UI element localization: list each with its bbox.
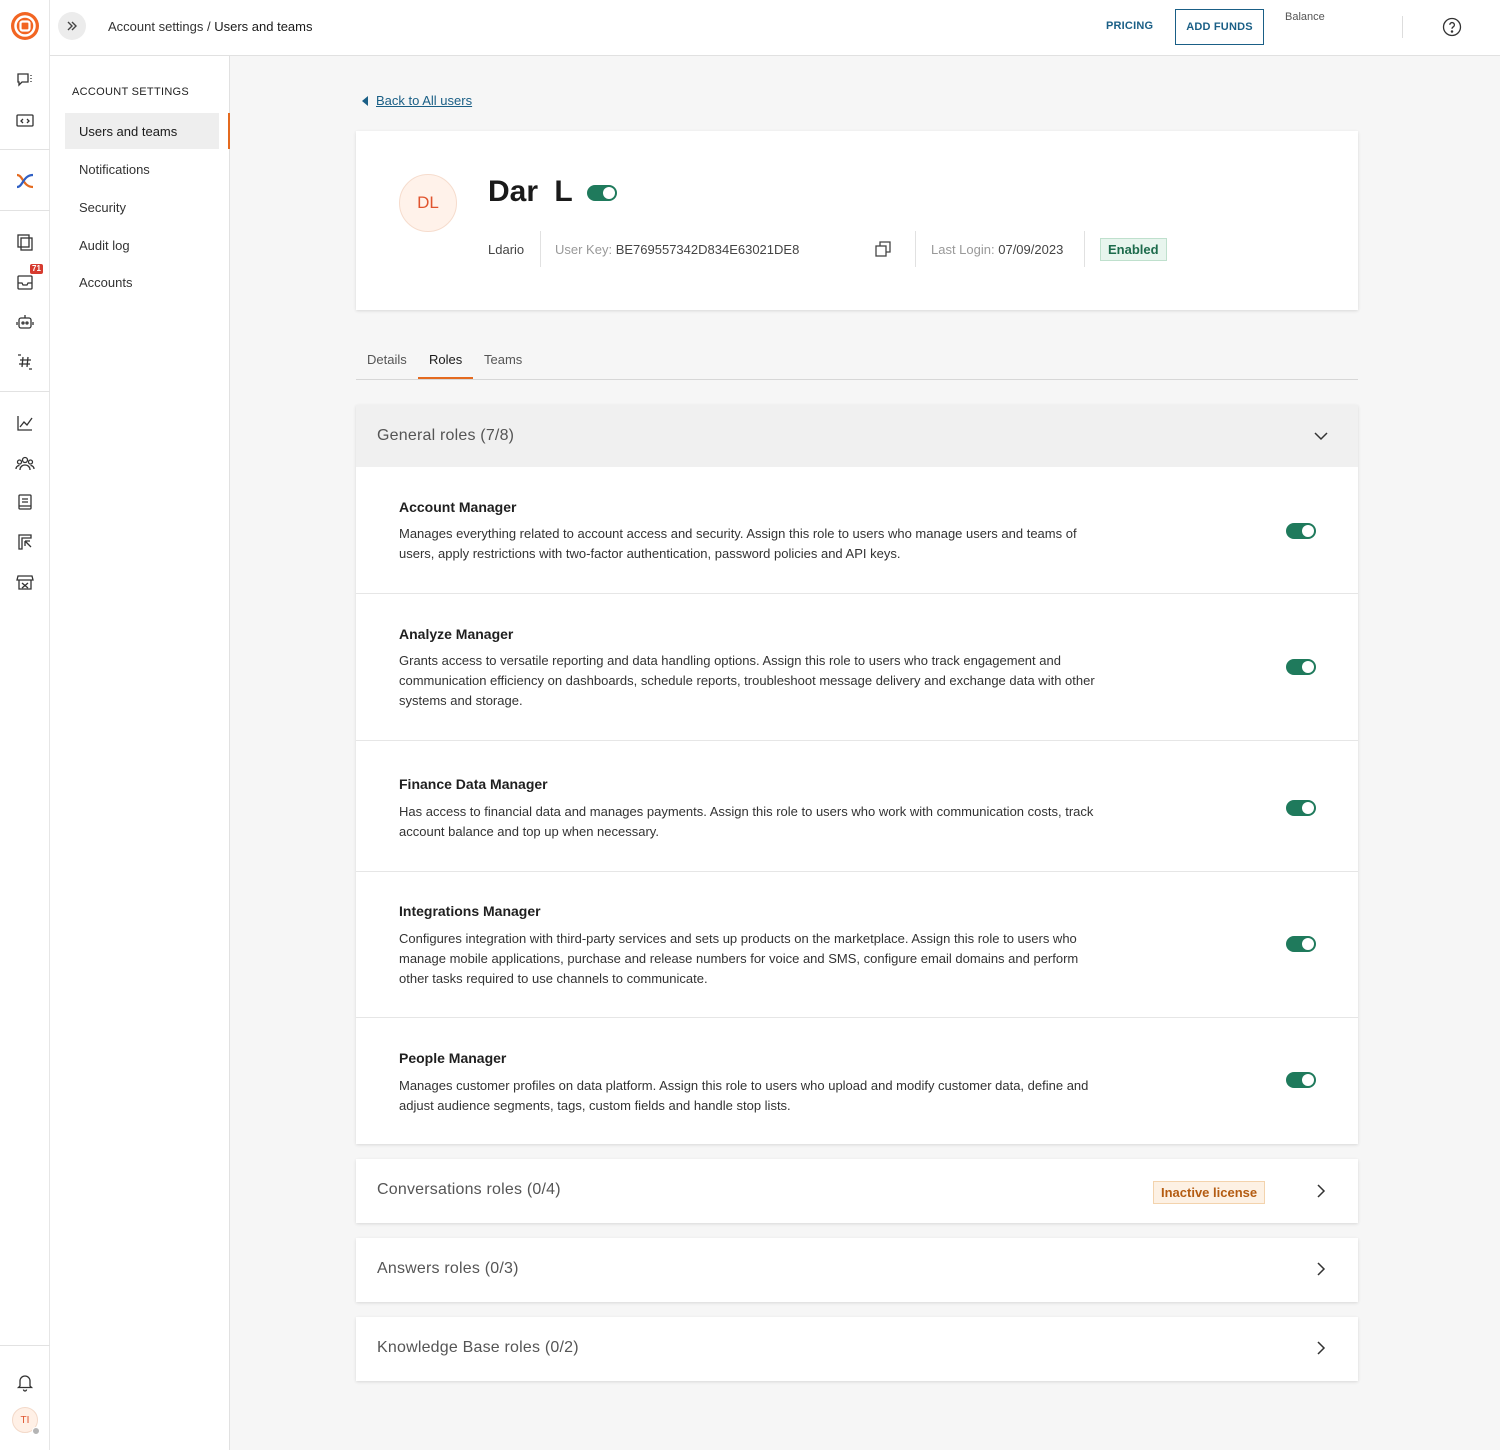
documents-icon[interactable] (13, 230, 37, 254)
inactive-license-badge: Inactive license (1153, 1181, 1266, 1204)
meta-divider (915, 231, 916, 267)
icon-rail: 71 TI (0, 0, 50, 1450)
user-key: User Key: BE769557342D834E63021DE8 (555, 231, 799, 267)
role-description: Has access to financial data and manages… (399, 804, 1094, 839)
top-bar: Account settings / Users and teams PRICI… (50, 0, 1500, 56)
role-toggle-finance-data-manager[interactable] (1286, 800, 1316, 816)
user-status-toggle[interactable] (587, 185, 617, 201)
expand-sidebar-button[interactable] (58, 12, 86, 40)
role-toggle-account-manager[interactable] (1286, 523, 1316, 539)
bell-icon[interactable] (13, 1370, 37, 1394)
help-icon[interactable] (1442, 17, 1462, 37)
presence-dot (32, 1427, 40, 1435)
last-login-label: Last Login: (931, 241, 995, 257)
role-description: Manages customer profiles on data platfo… (399, 1078, 1089, 1113)
role-row: Finance Data Manager Has access to finan… (356, 741, 1358, 872)
tab-roles[interactable]: Roles (429, 352, 462, 367)
role-description: Manages everything related to account ac… (399, 526, 1077, 561)
active-item-indicator (228, 113, 230, 149)
back-arrow-icon (362, 95, 368, 106)
chevron-right-icon (1317, 1184, 1326, 1198)
role-toggle-people-manager[interactable] (1286, 1072, 1316, 1088)
conversations-icon[interactable] (13, 68, 37, 92)
role-description: Configures integration with third-party … (399, 931, 1079, 986)
chevron-down-icon (1314, 432, 1328, 441)
role-row: Integrations Manager Configures integrat… (356, 872, 1358, 1018)
meta-divider (1084, 231, 1085, 267)
role-name: Account Manager (399, 499, 517, 515)
exchange-icon[interactable] (13, 169, 37, 193)
logo-icon[interactable] (10, 11, 40, 41)
role-row: People Manager Manages customer profiles… (356, 1018, 1358, 1144)
role-description: Grants access to versatile reporting and… (399, 653, 1095, 708)
back-link-label: Back to All users (376, 93, 473, 108)
hashtag-icon[interactable] (13, 350, 37, 374)
role-name: People Manager (399, 1050, 507, 1066)
conversations-roles-group[interactable]: Conversations roles (0/4) Inactive licen… (356, 1159, 1358, 1223)
last-login: Last Login: 07/09/2023 (931, 231, 1063, 267)
knowledge-icon[interactable] (13, 490, 37, 514)
answers-roles-group[interactable]: Answers roles (0/3) (356, 1238, 1358, 1302)
breadcrumb-parent[interactable]: Account settings (108, 19, 203, 34)
people-icon[interactable] (13, 451, 37, 475)
marketplace-icon[interactable] (13, 570, 37, 594)
double-chevron-right-icon (67, 21, 77, 31)
sidebar-item-accounts[interactable]: Accounts (65, 264, 219, 300)
moments-icon[interactable] (13, 530, 37, 554)
copy-icon[interactable] (874, 240, 892, 258)
chevron-right-icon (1317, 1262, 1326, 1276)
last-login-value: 07/09/2023 (998, 241, 1064, 257)
role-row: Account Manager Manages everything relat… (356, 467, 1358, 594)
breadcrumb: Account settings / Users and teams (108, 19, 313, 34)
role-toggle-integrations-manager[interactable] (1286, 936, 1316, 952)
bot-icon[interactable] (13, 310, 37, 334)
profile-card: DL Dar L Ldario User Key: BE769557342D83… (356, 131, 1358, 310)
role-name: Finance Data Manager (399, 776, 548, 792)
sidebar-item-audit-log[interactable]: Audit log (65, 227, 219, 263)
user-key-value: BE769557342D834E63021DE8 (615, 241, 800, 257)
user-name: Dar L (488, 175, 573, 208)
meta-divider (540, 231, 541, 267)
sidebar-item-security[interactable]: Security (65, 189, 219, 225)
breadcrumb-current: Users and teams (214, 19, 313, 34)
knowledge-base-roles-title: Knowledge Base roles (0/2) (377, 1339, 579, 1356)
developer-icon[interactable] (13, 108, 37, 132)
active-tab-underline (418, 377, 473, 379)
role-name: Analyze Manager (399, 626, 514, 642)
sidebar-heading: ACCOUNT SETTINGS (72, 86, 190, 98)
pricing-link[interactable]: PRICING (1106, 20, 1153, 32)
tab-teams[interactable]: Teams (484, 352, 522, 367)
role-row: Analyze Manager Grants access to versati… (356, 594, 1358, 741)
sidebar-item-users-and-teams[interactable]: Users and teams (65, 113, 219, 149)
sidebar-item-notifications[interactable]: Notifications (65, 151, 219, 187)
profile-avatar: DL (399, 174, 457, 232)
general-roles-header[interactable]: General roles (7/8) (356, 405, 1358, 467)
breadcrumb-separator: / (203, 19, 215, 34)
add-funds-button[interactable]: ADD FUNDS (1175, 9, 1264, 45)
knowledge-base-roles-group[interactable]: Knowledge Base roles (0/2) (356, 1317, 1358, 1381)
analytics-icon[interactable] (13, 411, 37, 435)
balance-label: Balance (1285, 11, 1325, 23)
username: Ldario (488, 231, 524, 267)
tab-bar: Details Roles Teams (356, 340, 1358, 380)
general-roles-group: General roles (7/8) Account Manager Mana… (356, 405, 1358, 1144)
status-badge: Enabled (1100, 238, 1167, 261)
chevron-right-icon (1317, 1341, 1326, 1355)
answers-roles-title: Answers roles (0/3) (377, 1260, 519, 1277)
username-value: Ldario (488, 241, 525, 257)
tab-details[interactable]: Details (367, 352, 407, 367)
role-name: Integrations Manager (399, 903, 541, 919)
user-key-label: User Key: (555, 241, 613, 257)
settings-sidebar: ACCOUNT SETTINGS Users and teams Notific… (50, 56, 230, 1450)
role-toggle-analyze-manager[interactable] (1286, 659, 1316, 675)
conversations-roles-title: Conversations roles (0/4) (377, 1181, 561, 1198)
back-link[interactable]: Back to All users (362, 93, 472, 108)
general-roles-title: General roles (7/8) (377, 427, 515, 444)
notification-badge: 71 (30, 264, 43, 274)
topbar-divider (1402, 16, 1403, 38)
